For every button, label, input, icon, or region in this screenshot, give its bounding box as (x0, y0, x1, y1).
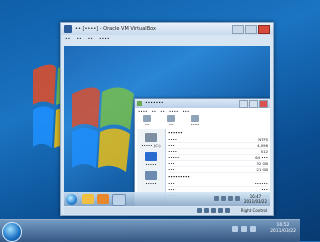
property-name: •••• (168, 149, 177, 154)
host-system-tray (232, 226, 264, 234)
host-key-label: Right Control (240, 208, 267, 213)
guest-windows-flag-logo (72, 87, 134, 172)
network-drive-icon (145, 171, 157, 180)
network-status-icon[interactable] (211, 208, 216, 213)
menu-item[interactable]: ••• (182, 109, 189, 114)
property-value: 512 (260, 149, 268, 154)
hdd-status-icon[interactable] (197, 208, 202, 213)
toolbar-icon (191, 115, 199, 122)
guest-date: 2011/03/22 (243, 199, 267, 204)
file-system-title: ••••••• (145, 101, 164, 106)
virtualbox-menu-bar: •• •• •• •••• (65, 37, 110, 42)
tray-icon[interactable] (228, 196, 233, 201)
window-title: •• [••••] - Oracle VM VirtualBox (75, 26, 156, 32)
host-clock[interactable]: 16:52 2011/03/22 (270, 223, 296, 235)
virtualbox-icon (64, 25, 72, 33)
toolbar-button[interactable]: •••• (185, 115, 205, 127)
usb-status-icon[interactable] (218, 208, 223, 213)
taskbar-explorer-icon[interactable] (82, 194, 94, 204)
toolbar-button-label: •• (144, 123, 150, 127)
property-value: 21 GB (256, 167, 268, 172)
drive-item[interactable]: ••••• (137, 171, 165, 186)
toolbar-icon (143, 115, 151, 122)
drive-label: ••••• (145, 181, 157, 186)
menu-item[interactable]: •• (65, 37, 70, 42)
property-value: 4,096 (257, 143, 268, 148)
guest-clock[interactable]: 16:47 2011/03/22 (244, 194, 267, 204)
taskbar-media-icon[interactable] (97, 194, 109, 204)
property-value: •••••• (254, 181, 268, 186)
drive-icon (145, 133, 157, 142)
toolbar-button-label: •••• (190, 123, 200, 127)
menu-item[interactable]: •••• (169, 109, 178, 114)
tray-icon[interactable] (232, 226, 238, 232)
drive-label: ••••• (145, 162, 157, 167)
toolbar-button[interactable]: •• (137, 115, 157, 127)
toolbar-button-label: •• (168, 123, 174, 127)
file-system-titlebar[interactable]: ••••••• (135, 99, 270, 108)
taskbar-app-icon[interactable] (112, 194, 126, 206)
minimize-button[interactable] (232, 25, 244, 34)
toolbar: •• •• •••• (137, 115, 205, 127)
menu-item[interactable]: •• (88, 37, 93, 42)
menu-item[interactable]: •• (160, 109, 165, 114)
property-name: ••• (168, 181, 175, 186)
app-icon (137, 101, 142, 106)
guest-system-tray (214, 196, 240, 201)
virtualbox-titlebar[interactable]: •• [••••] - Oracle VM VirtualBox (61, 23, 273, 35)
tray-icon[interactable] (235, 196, 240, 201)
property-name: •••• (168, 137, 177, 142)
guest-desktop[interactable]: ••••••• •••• •• •• •••• ••• •• •• •••• •… (64, 46, 270, 206)
start-button[interactable] (2, 222, 22, 242)
property-name: ••• (168, 161, 175, 166)
host-date: 2011/03/22 (270, 229, 296, 234)
close-button[interactable] (258, 25, 270, 34)
property-value: 32 GB (256, 161, 268, 166)
tray-icon[interactable] (241, 226, 247, 232)
property-value: NTFS (258, 137, 268, 142)
drive-item-selected[interactable]: ••••• (137, 152, 165, 167)
menu-item[interactable]: •••• (99, 37, 110, 42)
menu-item[interactable]: •••• (138, 109, 147, 114)
toolbar-icon (167, 115, 175, 122)
section-title: ••••••••• (168, 174, 190, 179)
guest-start-button[interactable] (66, 194, 77, 205)
tray-icon[interactable] (221, 196, 226, 201)
close-button[interactable] (259, 100, 268, 108)
virtualbox-status-bar: Right Control (64, 207, 270, 214)
menu-item[interactable]: •• (76, 37, 81, 42)
file-system-menu-bar: •••• •• •• •••• ••• (138, 109, 189, 114)
property-value: 64 ••• (255, 155, 268, 160)
virtualbox-window: •• [••••] - Oracle VM VirtualBox •• •• •… (60, 22, 274, 216)
toolbar-button[interactable]: •• (161, 115, 181, 127)
property-name: ••• (168, 143, 175, 148)
menu-item[interactable]: •• (151, 109, 156, 114)
maximize-button[interactable] (249, 100, 258, 108)
file-system-window: ••••••• •••• •• •• •••• ••• •• •• •••• •… (134, 98, 270, 206)
tray-icon[interactable] (214, 196, 219, 201)
drive-item[interactable]: ••••• (C:) (137, 133, 165, 148)
shared-folder-icon[interactable] (225, 208, 230, 213)
disk-icon (145, 152, 157, 161)
drive-label: ••••• (C:) (141, 143, 161, 148)
maximize-button[interactable] (245, 25, 257, 34)
section-title: •••••• (168, 130, 183, 135)
tray-icon[interactable] (250, 226, 256, 232)
property-name: ••••• (168, 155, 180, 160)
minimize-button[interactable] (239, 100, 248, 108)
property-name: ••• (168, 167, 175, 172)
cd-status-icon[interactable] (204, 208, 209, 213)
property-row: ••• 21 GB (168, 167, 268, 173)
